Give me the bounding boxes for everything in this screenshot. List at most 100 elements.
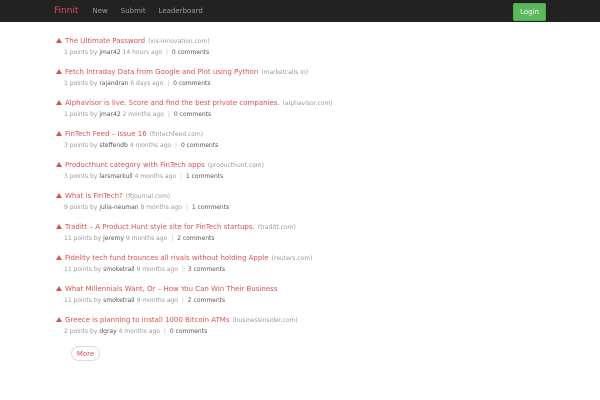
- post-meta: 3 points by larsmarkull 4 months ago | 1…: [64, 173, 536, 180]
- upvote-arrow-icon[interactable]: [56, 69, 62, 74]
- post-age: 9 months ago: [125, 235, 168, 242]
- post-title-link[interactable]: The Ultimate Password: [65, 37, 145, 46]
- post-title-row: Traditt – A Product Hunt style site for …: [56, 223, 536, 232]
- post-item: What Millennials Want, Or – How You Can …: [56, 285, 536, 316]
- upvote-arrow-icon[interactable]: [56, 38, 62, 43]
- post-age: 4 months ago: [129, 142, 172, 149]
- post-item: FinTech Feed – Issue 16 (fintechfeed.com…: [56, 130, 536, 161]
- post-title-row: Alphavisor is live. Score and find the b…: [56, 99, 536, 108]
- post-author-link[interactable]: smoketrail: [103, 297, 134, 304]
- post-domain: (alphavisor.com): [282, 100, 333, 107]
- upvote-arrow-icon[interactable]: [56, 224, 62, 229]
- post-meta: 1 points by rajandran 6 days ago | 0 com…: [64, 80, 536, 87]
- upvote-arrow-icon[interactable]: [56, 255, 62, 260]
- meta-separator: |: [175, 142, 178, 149]
- post-title-row: Fetch Intraday Data from Google and Plot…: [56, 68, 536, 77]
- post-comments-link[interactable]: 1 comments: [192, 204, 229, 211]
- post-title-row: What Millennials Want, Or – How You Can …: [56, 285, 536, 294]
- upvote-arrow-icon[interactable]: [56, 193, 62, 198]
- post-title-link[interactable]: Fetch Intraday Data from Google and Plot…: [65, 68, 258, 77]
- post-comments-link[interactable]: 0 comments: [181, 142, 218, 149]
- meta-separator: |: [185, 204, 188, 211]
- nav-submit-link[interactable]: Submit: [121, 7, 146, 15]
- post-comments-link[interactable]: 0 comments: [173, 80, 210, 87]
- post-meta: 1 points by jmar42 2 months ago | 0 comm…: [64, 111, 536, 118]
- post-author-link[interactable]: jmar42: [99, 49, 120, 56]
- post-comments-link[interactable]: 0 comments: [172, 49, 209, 56]
- post-domain: (producthunt.com): [207, 162, 264, 169]
- post-title-link[interactable]: Fidelity tech fund trounces all rivals w…: [65, 254, 269, 263]
- post-item: Alphavisor is live. Score and find the b…: [56, 99, 536, 130]
- more-button[interactable]: More: [71, 346, 100, 361]
- post-list: The Ultimate Password (xis-innovation.co…: [56, 37, 536, 347]
- post-age: 6 days ago: [130, 80, 164, 87]
- post-domain: (reuters.com): [271, 255, 313, 262]
- post-points: 1 points by: [64, 49, 98, 56]
- upvote-arrow-icon[interactable]: [56, 131, 62, 136]
- brand-logo-link[interactable]: Finnit: [54, 6, 78, 16]
- post-meta: 3 points by steffendb 4 months ago | 0 c…: [64, 142, 536, 149]
- post-item: Fetch Intraday Data from Google and Plot…: [56, 68, 536, 99]
- post-age: 9 months ago: [136, 297, 178, 304]
- upvote-arrow-icon[interactable]: [56, 286, 62, 291]
- post-title-link[interactable]: Greece is planning to install 1000 Bitco…: [65, 316, 229, 325]
- post-meta: 2 points by dgray 4 months ago | 0 comme…: [64, 328, 536, 335]
- meta-separator: |: [171, 235, 174, 242]
- upvote-arrow-icon[interactable]: [56, 317, 62, 322]
- post-item: Producthunt category with FinTech apps (…: [56, 161, 536, 192]
- post-author-link[interactable]: jmar42: [99, 111, 120, 118]
- post-meta: 11 points by jeremy 9 months ago | 2 com…: [64, 235, 536, 242]
- post-item: Greece is planning to install 1000 Bitco…: [56, 316, 536, 347]
- post-author-link[interactable]: smoketrail: [103, 266, 134, 273]
- post-author-link[interactable]: julia-neuman: [99, 204, 138, 211]
- post-item: The Ultimate Password (xis-innovation.co…: [56, 37, 536, 68]
- upvote-arrow-icon[interactable]: [56, 100, 62, 105]
- post-item: Fidelity tech fund trounces all rivals w…: [56, 254, 536, 285]
- post-comments-link[interactable]: 2 comments: [177, 235, 214, 242]
- post-age: 4 months ago: [118, 328, 160, 335]
- post-comments-link[interactable]: 3 comments: [188, 266, 225, 273]
- post-comments-link[interactable]: 0 comments: [170, 328, 207, 335]
- post-author-link[interactable]: larsmarkull: [99, 173, 132, 180]
- post-title-link[interactable]: What is FinTech?: [65, 192, 123, 201]
- post-domain: (traditt.com): [257, 224, 296, 231]
- login-button[interactable]: Login: [513, 3, 546, 21]
- post-meta: 9 points by julia-neuman 8 months ago | …: [64, 204, 536, 211]
- post-points: 11 points by: [64, 266, 102, 273]
- nav-new-link[interactable]: New: [92, 7, 107, 15]
- post-author-link[interactable]: rajandran: [99, 80, 128, 87]
- post-domain: (marketcalls.in): [261, 69, 309, 76]
- post-meta: 11 points by smoketrail 9 months ago | 2…: [64, 297, 536, 304]
- nav-leaderboard-link[interactable]: Leaderboard: [159, 7, 203, 15]
- post-title-link[interactable]: Traditt – A Product Hunt style site for …: [65, 223, 255, 232]
- post-meta: 11 points by smoketrail 9 months ago | 3…: [64, 266, 536, 273]
- post-age: 9 months ago: [136, 266, 178, 273]
- post-age: 8 months ago: [140, 204, 182, 211]
- top-navbar: Finnit New Submit Leaderboard Login: [0, 0, 600, 22]
- post-title-row: What is FinTech? (ftjournal.com): [56, 192, 536, 201]
- meta-separator: |: [179, 173, 182, 180]
- post-author-link[interactable]: dgray: [99, 328, 116, 335]
- post-domain: (ftjournal.com): [125, 193, 171, 200]
- post-author-link[interactable]: steffendb: [99, 142, 127, 149]
- meta-separator: |: [181, 266, 184, 273]
- post-points: 11 points by: [64, 235, 102, 242]
- post-author-link[interactable]: jeremy: [103, 235, 124, 242]
- meta-separator: |: [167, 80, 170, 87]
- post-title-link[interactable]: What Millennials Want, Or – How You Can …: [65, 285, 277, 294]
- upvote-arrow-icon[interactable]: [56, 162, 62, 167]
- post-age: 4 months ago: [134, 173, 177, 180]
- post-item: Traditt – A Product Hunt style site for …: [56, 223, 536, 254]
- post-title-row: Greece is planning to install 1000 Bitco…: [56, 316, 536, 325]
- meta-separator: |: [163, 328, 166, 335]
- post-domain: (fintechfeed.com): [149, 131, 204, 138]
- post-points: 3 points by: [64, 142, 98, 149]
- post-points: 3 points by: [64, 173, 98, 180]
- post-comments-link[interactable]: 0 comments: [174, 111, 211, 118]
- post-title-link[interactable]: FinTech Feed – Issue 16: [65, 130, 147, 139]
- post-item: What is FinTech? (ftjournal.com) 9 point…: [56, 192, 536, 223]
- post-title-link[interactable]: Alphavisor is live. Score and find the b…: [65, 99, 280, 108]
- post-title-link[interactable]: Producthunt category with FinTech apps: [65, 161, 205, 170]
- post-comments-link[interactable]: 2 comments: [188, 297, 225, 304]
- post-comments-link[interactable]: 1 comments: [186, 173, 223, 180]
